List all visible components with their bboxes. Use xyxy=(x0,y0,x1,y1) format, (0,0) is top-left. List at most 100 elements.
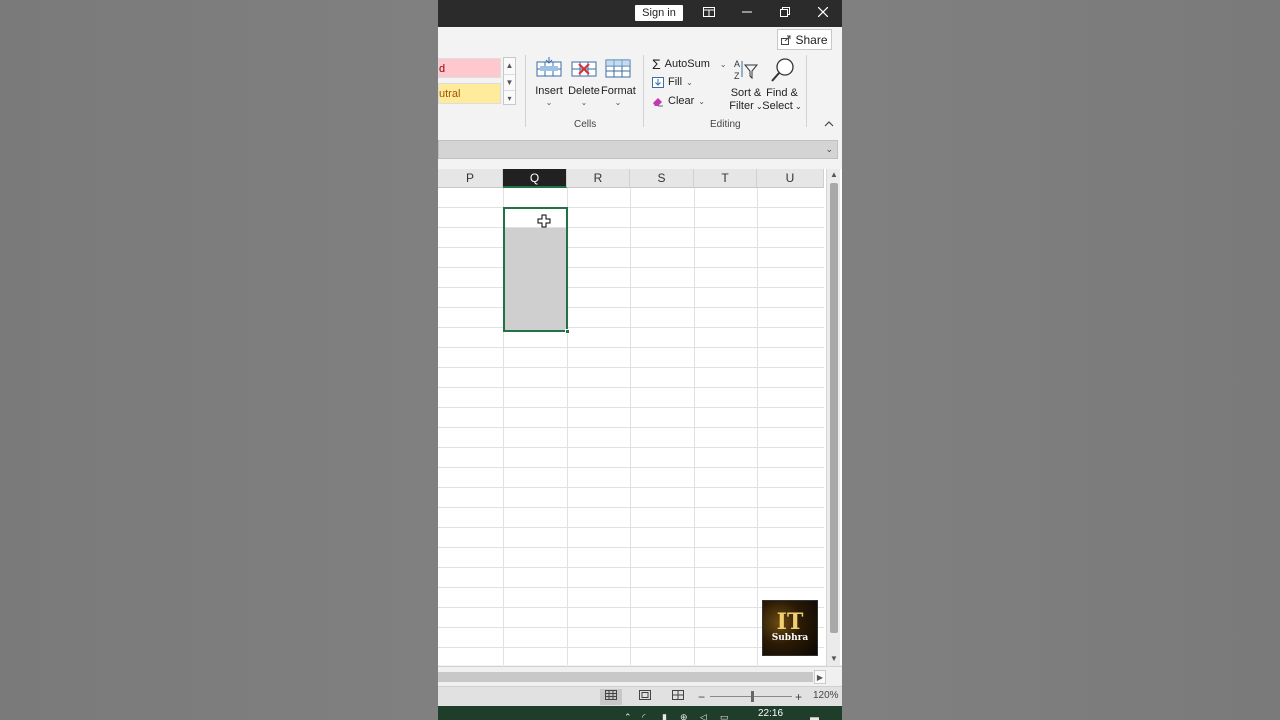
chevron-down-icon: ⌄ xyxy=(686,77,693,87)
vertical-scroll-thumb[interactable] xyxy=(830,183,838,633)
page-break-view-icon[interactable] xyxy=(667,689,689,705)
right-background xyxy=(842,0,1280,720)
ribbon: Share d utral ▲ ▼ ▾ Insert ⌄ Delete ⌄ Fo… xyxy=(438,27,842,131)
fill-handle[interactable] xyxy=(565,329,570,334)
insert-button[interactable]: Insert ⌄ xyxy=(532,57,566,107)
eraser-icon xyxy=(653,97,663,106)
taskbar: ⌃ ◜ ▮ ⊕ ◁ ▭ 22:16 ▬ xyxy=(438,706,842,720)
excel-window: Sign in Share d utral ▲ ▼ ▾ Insert ⌄ Del… xyxy=(438,0,842,720)
tray-keyboard-icon[interactable]: ▭ xyxy=(720,712,729,720)
delete-label: Delete xyxy=(568,85,600,97)
format-cells-icon xyxy=(605,59,631,78)
collapse-ribbon-icon[interactable] xyxy=(824,119,834,130)
minimize-icon[interactable] xyxy=(737,4,757,22)
sort-filter-label-2: Filter xyxy=(729,100,754,112)
title-bar: Sign in xyxy=(438,0,842,27)
horizontal-scroll-thumb[interactable] xyxy=(438,672,813,682)
column-header-t[interactable]: T xyxy=(694,169,757,188)
chevron-down-icon: ⌄ xyxy=(580,98,588,107)
format-label: Format xyxy=(601,85,636,97)
zoom-level[interactable]: 120% xyxy=(813,690,839,701)
tray-battery-icon[interactable]: ▮ xyxy=(662,712,667,720)
column-header-u[interactable]: U xyxy=(757,169,824,188)
svg-text:Z: Z xyxy=(734,71,740,81)
find-select-label-1: Find & xyxy=(766,87,798,99)
svg-text:A: A xyxy=(734,59,740,69)
zoom-slider-thumb[interactable] xyxy=(751,691,754,702)
gallery-more-icon[interactable]: ▾ xyxy=(504,90,515,106)
chevron-down-icon: ⌄ xyxy=(792,102,802,111)
editing-group-label: Editing xyxy=(710,119,741,130)
taskbar-clock[interactable]: 22:16 xyxy=(758,708,783,719)
selected-cells-highlight xyxy=(505,228,566,330)
restore-icon[interactable] xyxy=(775,4,795,22)
formula-input[interactable]: ⌄ xyxy=(438,140,838,159)
insert-label: Insert xyxy=(535,85,563,97)
tray-network-icon[interactable]: ⊕ xyxy=(680,712,688,720)
share-button[interactable]: Share xyxy=(777,29,832,50)
delete-button[interactable]: Delete ⌄ xyxy=(567,57,601,107)
zoom-out-button[interactable]: − xyxy=(698,689,705,705)
tray-volume-icon[interactable]: ◁ xyxy=(700,712,707,720)
sort-filter-button[interactable]: AZ Sort & Filter ⌄ xyxy=(726,57,766,113)
close-icon[interactable] xyxy=(813,4,833,22)
chevron-down-icon: ⌄ xyxy=(614,98,622,107)
sigma-icon: Σ xyxy=(652,56,661,72)
ribbon-display-options-icon[interactable] xyxy=(699,4,719,22)
group-separator xyxy=(525,55,526,127)
column-header-s[interactable]: S xyxy=(630,169,694,188)
selected-range[interactable] xyxy=(503,207,568,332)
find-select-label-2: Select xyxy=(762,100,793,112)
sort-filter-label-1: Sort & xyxy=(730,87,762,99)
delete-cells-icon xyxy=(571,61,597,77)
left-background xyxy=(0,0,438,720)
scroll-right-icon[interactable]: ▶ xyxy=(814,670,826,684)
logo-text-it: IT xyxy=(776,609,804,635)
group-separator xyxy=(806,55,807,127)
fill-label: Fill xyxy=(668,76,683,88)
insert-cells-icon xyxy=(536,57,562,77)
page-layout-view-icon[interactable] xyxy=(634,689,656,705)
gallery-up-icon[interactable]: ▲ xyxy=(504,58,515,74)
chevron-down-icon: ⌄ xyxy=(698,96,705,106)
scroll-up-icon[interactable]: ▲ xyxy=(827,169,841,181)
cell-cursor-icon xyxy=(537,214,551,228)
formula-bar: ⌄ xyxy=(438,134,842,164)
worksheet-grid[interactable]: P Q R S T U xyxy=(438,169,842,665)
format-button[interactable]: Format ⌄ xyxy=(601,57,636,107)
share-label: Share xyxy=(795,32,828,47)
find-select-button[interactable]: Find & Select ⌄ xyxy=(762,57,802,113)
fill-button[interactable]: Fill ⌄ xyxy=(652,76,693,88)
column-header-p[interactable]: P xyxy=(438,169,503,188)
cell-style-bad[interactable]: d xyxy=(438,58,501,78)
clear-button[interactable]: Clear ⌄ xyxy=(652,95,705,107)
gallery-down-icon[interactable]: ▼ xyxy=(504,74,515,90)
scroll-down-icon[interactable]: ▼ xyxy=(827,653,841,665)
find-magnifier-icon xyxy=(771,58,794,82)
logo-text-name: Subhra xyxy=(771,633,809,643)
status-bar: − + 120% xyxy=(438,686,842,706)
styles-gallery-scroll[interactable]: ▲ ▼ ▾ xyxy=(503,57,516,105)
notification-icon[interactable]: ▬ xyxy=(810,712,819,720)
column-header-q[interactable]: Q xyxy=(503,169,567,188)
sign-in-button[interactable]: Sign in xyxy=(635,5,683,21)
horizontal-scrollbar[interactable]: ▶ xyxy=(438,666,842,686)
clear-label: Clear xyxy=(668,95,695,107)
sort-filter-icon: AZ xyxy=(734,59,759,81)
cells-group-label: Cells xyxy=(574,119,597,130)
tray-up-arrow-icon[interactable]: ⌃ xyxy=(624,712,632,720)
chevron-down-icon: ⌄ xyxy=(545,98,553,107)
normal-view-icon[interactable] xyxy=(600,689,622,705)
cell-gridlines xyxy=(438,188,824,665)
autosum-label: AutoSum xyxy=(664,58,710,70)
cell-style-neutral[interactable]: utral xyxy=(438,83,501,104)
fill-down-icon xyxy=(652,76,664,88)
vertical-scrollbar[interactable]: ▲ ▼ xyxy=(826,169,840,666)
channel-logo: IT Subhra xyxy=(762,600,818,656)
autosum-button[interactable]: Σ AutoSum ⌄ xyxy=(652,56,727,72)
zoom-in-button[interactable]: + xyxy=(795,689,802,705)
column-header-r[interactable]: R xyxy=(567,169,630,188)
expand-formula-bar-icon[interactable]: ⌄ xyxy=(825,144,833,155)
share-icon xyxy=(781,35,791,45)
tray-wifi-icon[interactable]: ◜ xyxy=(642,712,646,720)
